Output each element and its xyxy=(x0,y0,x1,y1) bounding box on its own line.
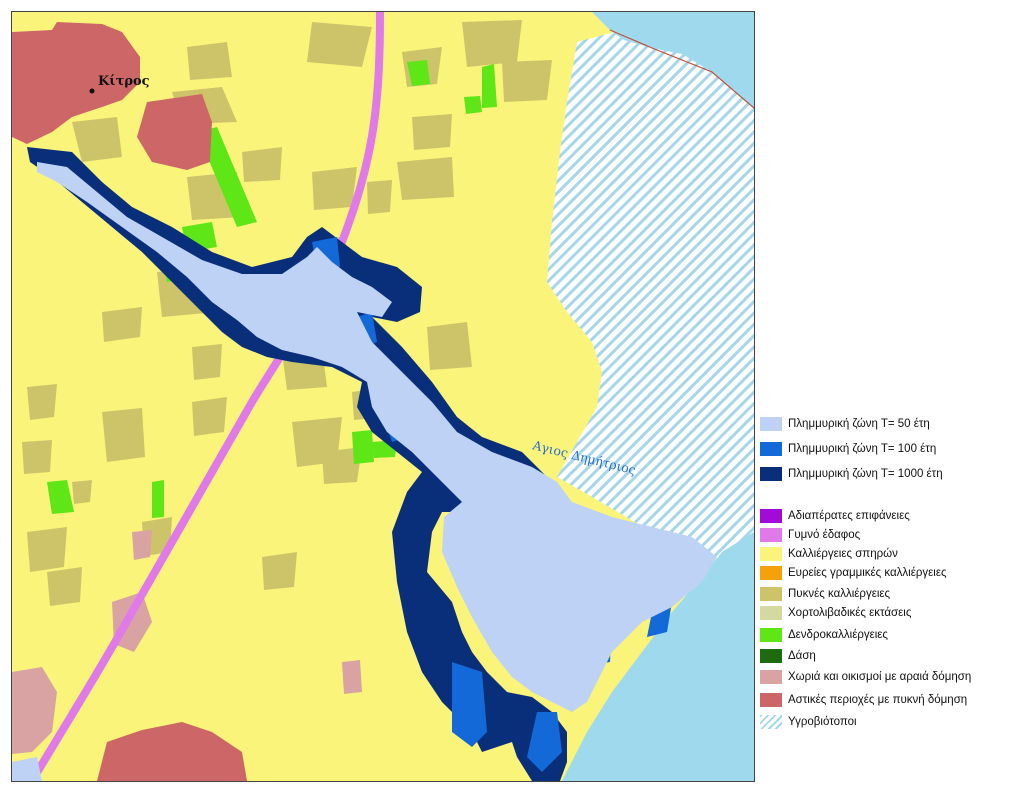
legend-label: Καλλιέργειες σπηρών xyxy=(788,548,898,560)
legend-label: Πλημμυρική ζώνη Τ= 100 έτη xyxy=(788,443,937,455)
legend-item-orchards: Δενδροκαλλιέργειες xyxy=(760,627,888,643)
legend-label: Πλημμυρική ζώνη Τ= 1000 έτη xyxy=(788,468,943,480)
legend-label: Υγροβιότοποι xyxy=(788,716,857,728)
legend-label: Γυμνό έδαφος xyxy=(788,529,861,541)
forest-swatch xyxy=(760,649,782,663)
grassland-swatch xyxy=(760,606,782,620)
legend-label: Δενδροκαλλιέργειες xyxy=(788,629,888,641)
legend-item-bare-soil: Γυμνό έδαφος xyxy=(760,527,860,543)
legend-label: Ευρείες γραμμικές καλλιέργειες xyxy=(788,567,947,579)
dense-urban-swatch xyxy=(760,693,782,707)
flood-zone-100-swatch xyxy=(760,442,782,456)
orchards-swatch xyxy=(760,628,782,642)
legend-item-broad-row-crops: Ευρείες γραμμικές καλλιέργειες xyxy=(760,565,947,581)
legend-item-impervious: Αδιαπέρατες επιφάνειες xyxy=(760,508,910,524)
flood-zone-50-swatch xyxy=(760,417,782,431)
sparse-settlement-swatch xyxy=(760,670,782,684)
bare-soil-swatch xyxy=(760,528,782,542)
broad-row-crops-swatch xyxy=(760,566,782,580)
legend-item-wetland: Υγροβιότοποι xyxy=(760,714,857,730)
map-canvas[interactable]: Κίτρος Αγιος Δημήτριος xyxy=(12,12,754,781)
legend-item-cereal-crops: Καλλιέργειες σπηρών xyxy=(760,546,898,562)
legend-label: Χορτολιβαδικές εκτάσεις xyxy=(788,607,912,619)
legend-item-dense-urban: Αστικές περιοχές με πυκνή δόμηση xyxy=(760,692,967,708)
dense-crops-swatch xyxy=(760,587,782,601)
legend-label: Αδιαπέρατες επιφάνειες xyxy=(788,510,910,522)
flood-zone-1000-swatch xyxy=(760,467,782,481)
legend-item-forest: Δάση xyxy=(760,648,816,664)
legend-item-grassland: Χορτολιβαδικές εκτάσεις xyxy=(760,605,911,621)
legend-label: Χωριά και οικισμοί με αραιά δόμηση xyxy=(788,671,972,683)
legend-label: Δάση xyxy=(788,650,816,662)
impervious-swatch xyxy=(760,509,782,523)
legend-label: Αστικές περιοχές με πυκνή δόμηση xyxy=(788,694,968,706)
cereal-crops-swatch xyxy=(760,547,782,561)
legend-item-sparse-settlement: Χωριά και οικισμοί με αραιά δόμηση xyxy=(760,669,971,685)
legend-item-flood-100: Πλημμυρική ζώνη Τ= 100 έτη xyxy=(760,441,936,457)
legend-label: Πυκνές καλλιέργειες xyxy=(788,588,891,600)
legend-item-flood-50: Πλημμυρική ζώνη Τ= 50 έτη xyxy=(760,416,930,432)
legend-label: Πλημμυρική ζώνη Τ= 50 έτη xyxy=(788,418,930,430)
wetland-swatch xyxy=(760,715,782,729)
kitros-label[interactable]: Κίτρος xyxy=(98,74,150,89)
kitros-marker[interactable] xyxy=(89,88,95,94)
legend-item-flood-1000: Πλημμυρική ζώνη Τ= 1000 έτη xyxy=(760,466,943,482)
legend-item-dense-crops: Πυκνές καλλιέργειες xyxy=(760,586,890,602)
map-frame: Κίτρος Αγιος Δημήτριος xyxy=(11,11,755,782)
